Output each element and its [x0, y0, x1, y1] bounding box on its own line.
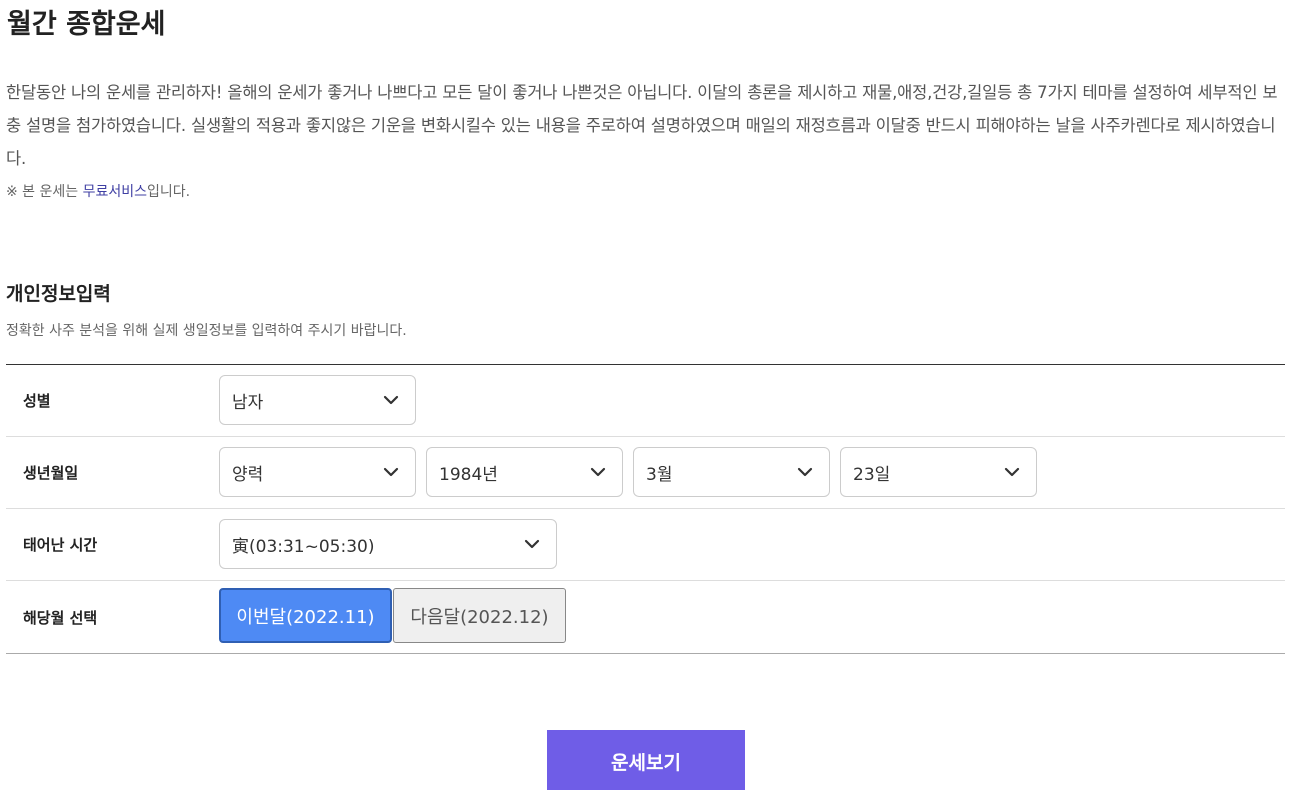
month-select-row: 해당월 선택 이번달(2022.11) 다음달(2022.12) [6, 581, 1285, 653]
birth-year-value: 1984년 [439, 464, 498, 485]
birth-day-select[interactable]: 23일 [840, 447, 1037, 497]
chevron-down-icon [383, 395, 399, 405]
chevron-down-icon [797, 467, 813, 477]
chevron-down-icon [1004, 467, 1020, 477]
month-select-label: 해당월 선택 [23, 608, 98, 627]
birth-time-select[interactable]: 寅(03:31~05:30) [219, 519, 557, 569]
gender-row: 성별 남자 [6, 365, 1285, 437]
gender-select[interactable]: 남자 [219, 375, 416, 425]
view-fortune-button[interactable]: 운세보기 [547, 730, 745, 790]
this-month-button[interactable]: 이번달(2022.11) [219, 588, 392, 643]
personal-info-form: 성별 남자 생년월일 양력 1984년 3월 23일 태어난 시간 寅(03:3… [6, 364, 1285, 654]
birth-time-row: 태어난 시간 寅(03:31~05:30) [6, 509, 1285, 581]
gender-label: 성별 [23, 392, 51, 410]
birth-month-value: 3월 [646, 464, 673, 485]
birthdate-label: 생년월일 [23, 464, 79, 482]
free-service-link[interactable]: 무료서비스 [83, 184, 147, 200]
notice-prefix: ※ 본 운세는 [6, 184, 83, 200]
gender-select-value: 남자 [232, 392, 264, 413]
next-month-button[interactable]: 다음달(2022.12) [393, 588, 566, 643]
notice-suffix: 입니다. [147, 184, 191, 200]
birth-year-select[interactable]: 1984년 [426, 447, 623, 497]
section-description: 정확한 사주 분석을 위해 실제 생일정보를 입력하여 주시기 바랍니다. [6, 323, 407, 339]
chevron-down-icon [383, 467, 399, 477]
chevron-down-icon [524, 539, 540, 549]
intro-text: 한달동안 나의 운세를 관리하자! 올해의 운세가 좋거나 나쁘다고 모든 달이… [6, 83, 1278, 168]
section-title: 개인정보입력 [6, 283, 111, 305]
birth-time-value: 寅(03:31~05:30) [232, 536, 375, 557]
birth-time-label: 태어난 시간 [23, 536, 98, 554]
calendar-type-value: 양력 [232, 464, 264, 485]
calendar-type-select[interactable]: 양력 [219, 447, 416, 497]
birthdate-row: 생년월일 양력 1984년 3월 23일 [6, 437, 1285, 509]
service-notice: ※ 본 운세는 무료서비스입니다. [6, 181, 190, 201]
chevron-down-icon [590, 467, 606, 477]
birth-day-value: 23일 [853, 464, 891, 485]
page-title: 월간 종합운세 [7, 9, 166, 40]
birth-month-select[interactable]: 3월 [633, 447, 830, 497]
